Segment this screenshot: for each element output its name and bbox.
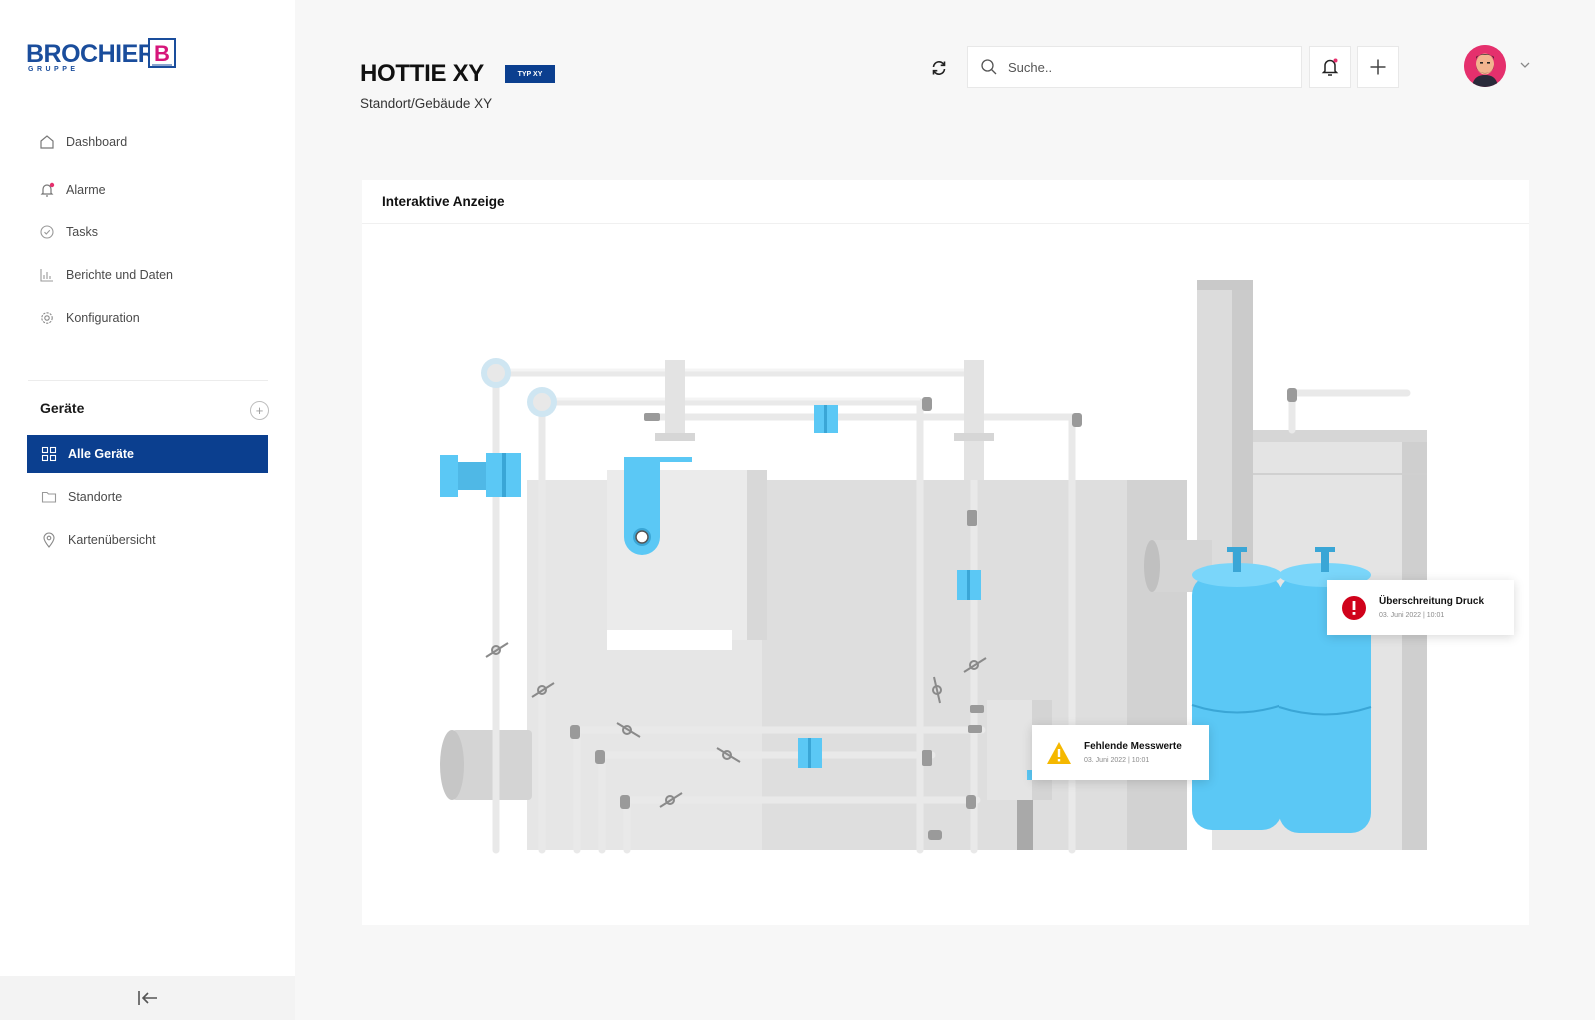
alert-popup-pressure[interactable]: Überschreitung Druck 03. Juni 2022 | 10:… — [1327, 580, 1514, 635]
type-badge: TYP XY — [505, 65, 555, 83]
alert-date: 03. Juni 2022 | 10:01 — [1379, 612, 1445, 619]
nav-label: Tasks — [66, 225, 98, 239]
plant-schematic: Überschreitung Druck 03. Juni 2022 | 10:… — [362, 225, 1529, 925]
nav-item-tasks[interactable]: Tasks — [38, 220, 98, 244]
avatar[interactable] — [1464, 45, 1506, 87]
home-icon — [38, 133, 56, 151]
brand-sub: GRUPPE — [28, 66, 79, 73]
alert-date: 03. Juni 2022 | 10:01 — [1084, 757, 1150, 764]
bar-chart-icon — [38, 266, 56, 284]
user-avatar-icon — [1464, 45, 1506, 87]
sidebar-item-label: Kartenübersicht — [68, 533, 156, 547]
page-title: HOTTIE XY — [360, 60, 484, 87]
nav-label: Alarme — [66, 183, 106, 197]
alert-body: Fehlende Messwerte 03. Juni 2022 | 10:01 — [1084, 741, 1182, 764]
chevron-down-icon[interactable] — [1518, 58, 1532, 72]
refresh-button[interactable] — [927, 56, 951, 80]
devices-section-title: Geräte — [40, 400, 85, 416]
notifications-button[interactable] — [1309, 46, 1351, 88]
check-circle-icon — [38, 223, 56, 241]
search-box[interactable] — [967, 46, 1302, 88]
alert-title: Überschreitung Druck — [1379, 596, 1485, 607]
nav-item-konfiguration[interactable]: Konfiguration — [38, 306, 140, 330]
search-input[interactable] — [1008, 59, 1288, 75]
nav-label: Dashboard — [66, 135, 128, 149]
collapse-sidebar-button[interactable] — [0, 976, 295, 1020]
alert-popup-missing-data[interactable]: Fehlende Messwerte 03. Juni 2022 | 10:01 — [1032, 725, 1209, 780]
folder-icon — [40, 488, 58, 506]
nav-label: Konfiguration — [66, 311, 140, 325]
card-header: Interaktive Anzeige — [362, 180, 1529, 224]
alert-title: Fehlende Messwerte — [1084, 741, 1182, 752]
sidebar: BROCHIER GRUPPE B Dashboard Alarme Tasks — [0, 0, 295, 1020]
grid-icon — [40, 445, 58, 463]
svg-text:B: B — [154, 41, 170, 66]
sidebar-item-label: Alle Geräte — [68, 447, 135, 461]
sidebar-divider — [28, 380, 268, 381]
error-icon — [1342, 595, 1366, 620]
warning-icon — [1047, 741, 1071, 764]
alert-body: Überschreitung Druck 03. Juni 2022 | 10:… — [1379, 596, 1484, 619]
gear-icon — [38, 309, 56, 327]
collapse-icon — [137, 991, 157, 1005]
nav-item-alarme[interactable]: Alarme — [38, 178, 106, 202]
search-icon — [981, 59, 997, 75]
sidebar-item-alle-geraete[interactable]: Alle Geräte — [27, 435, 268, 473]
nav-item-berichte[interactable]: Berichte und Daten — [38, 263, 173, 287]
sidebar-item-kartenuebersicht[interactable]: Kartenübersicht — [27, 521, 268, 559]
page-subtitle: Standort/Gebäude XY — [360, 96, 493, 111]
map-pin-icon — [40, 531, 58, 549]
sidebar-item-label: Standorte — [68, 490, 123, 504]
brand-mark-icon: B — [148, 38, 176, 68]
bell-icon — [1321, 58, 1339, 76]
refresh-icon — [932, 61, 946, 75]
nav-item-dashboard[interactable]: Dashboard — [38, 130, 127, 154]
interactive-display-card: Interaktive Anzeige Überschreitung Druck… — [362, 180, 1529, 925]
brand-name: BROCHIER — [26, 40, 156, 68]
plus-icon — [1370, 59, 1386, 75]
nav-label: Berichte und Daten — [66, 268, 174, 282]
add-device-button[interactable]: + — [250, 401, 269, 420]
brand-logo[interactable]: BROCHIER GRUPPE B — [26, 38, 186, 78]
add-button[interactable] — [1357, 46, 1399, 88]
card-title: Interaktive Anzeige — [382, 194, 505, 209]
sidebar-item-standorte[interactable]: Standorte — [27, 478, 268, 516]
bell-icon — [38, 181, 56, 199]
heating-system-illustration — [440, 280, 1427, 854]
